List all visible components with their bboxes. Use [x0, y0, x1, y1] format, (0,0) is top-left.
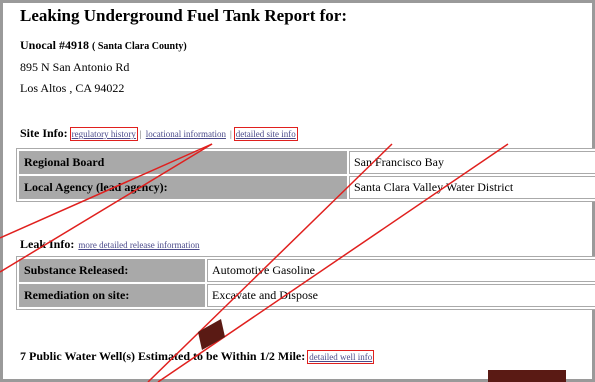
- table-value: Santa Clara Valley Water District: [349, 176, 595, 199]
- detailed-well-info-link[interactable]: detailed well info: [307, 350, 375, 364]
- table-key: Regional Board: [19, 151, 347, 174]
- site-name-text: Unocal #4918: [20, 38, 89, 52]
- leak-info-table: Substance Released: Automotive Gasoline …: [16, 256, 595, 310]
- table-key: Substance Released:: [19, 259, 205, 282]
- link-separator: |: [229, 129, 232, 139]
- leak-info-line: Leak Info: more detailed release informa…: [20, 235, 200, 253]
- detailed-site-info-link[interactable]: detailed site info: [233, 127, 298, 141]
- table-key: Local Agency (lead agency):: [19, 176, 347, 199]
- water-wells-line: 7 Public Water Well(s) Estimated to be W…: [20, 347, 375, 365]
- link-separator: |: [139, 129, 142, 139]
- water-wells-text: 7 Public Water Well(s) Estimated to be W…: [20, 349, 306, 363]
- table-row: Regional Board San Francisco Bay: [19, 151, 595, 174]
- table-value: Automotive Gasoline: [207, 259, 595, 282]
- address-line-1: 895 N San Antonio Rd: [20, 60, 130, 74]
- site-info-table: Regional Board San Francisco Bay Local A…: [16, 148, 595, 202]
- county-text: ( Santa Clara County): [92, 41, 187, 52]
- table-row: Local Agency (lead agency): Santa Clara …: [19, 176, 595, 199]
- table-value: San Francisco Bay: [349, 151, 595, 174]
- release-information-link[interactable]: more detailed release information: [78, 240, 199, 250]
- site-info-label: Site Info:: [20, 126, 68, 140]
- regulatory-history-link[interactable]: regulatory history: [69, 127, 138, 141]
- table-key: Remediation on site:: [19, 284, 205, 307]
- table-row: Substance Released: Automotive Gasoline: [19, 259, 595, 282]
- table-row: Remediation on site: Excavate and Dispos…: [19, 284, 595, 307]
- site-info-line: Site Info: regulatory history | location…: [20, 124, 298, 142]
- leak-info-label: Leak Info:: [20, 237, 75, 251]
- address-line-2: Los Altos , CA 94022: [20, 81, 125, 95]
- table-value: Excavate and Dispose: [207, 284, 595, 307]
- locational-information-link[interactable]: locational information: [146, 129, 226, 139]
- page-title: Leaking Underground Fuel Tank Report for…: [20, 6, 347, 25]
- site-name: Unocal #4918 ( Santa Clara County): [20, 38, 187, 53]
